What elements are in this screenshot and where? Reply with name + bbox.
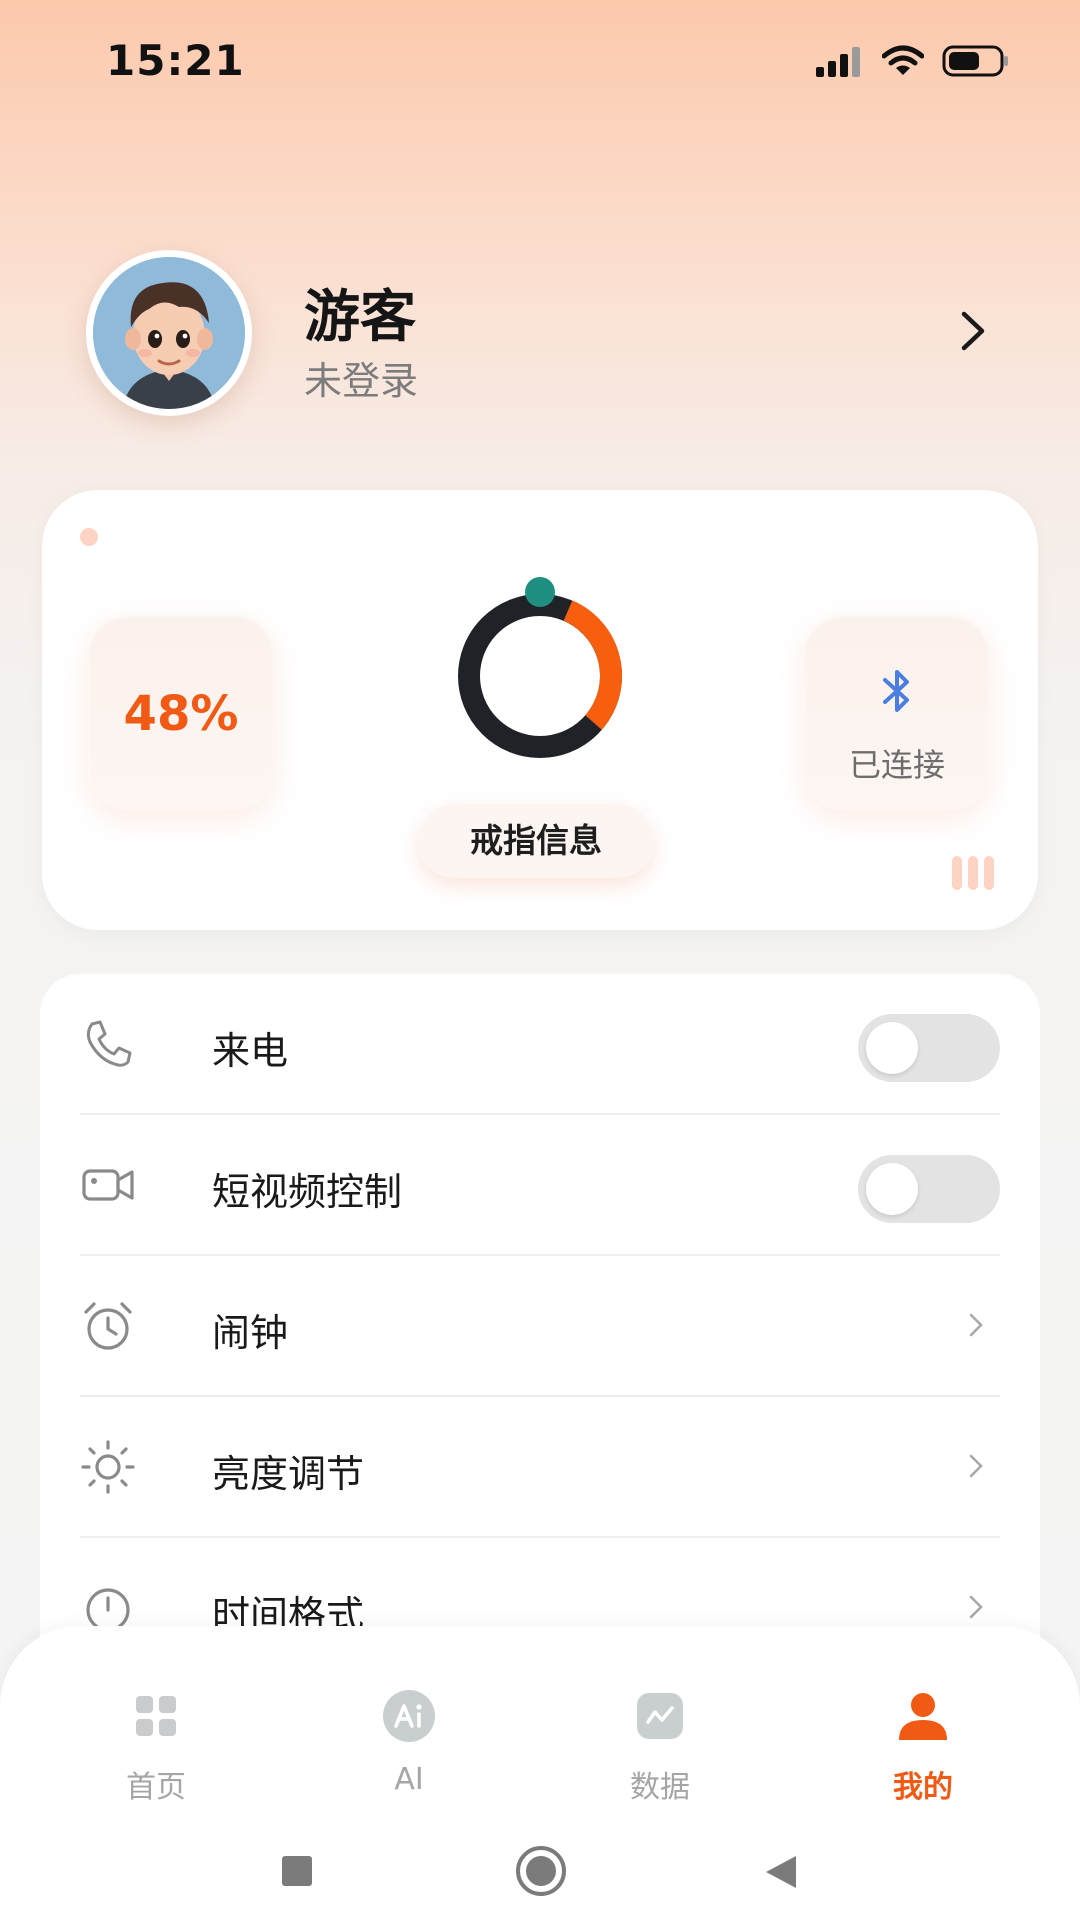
toggle-knob bbox=[866, 1163, 918, 1215]
row-label: 闹钟 bbox=[212, 1311, 289, 1355]
chevron-right-icon[interactable] bbox=[950, 308, 996, 354]
status-time: 15:21 bbox=[106, 36, 245, 85]
nav-tab-home[interactable]: 首页 bbox=[76, 1688, 236, 1818]
system-navigation-bar bbox=[0, 1846, 1080, 1914]
bluetooth-tile: 已连接 bbox=[804, 614, 990, 810]
battery-percentage: 48% bbox=[123, 686, 239, 742]
chevron-right-icon bbox=[969, 1313, 983, 1337]
nav-label: AI bbox=[394, 1762, 424, 1797]
login-status: 未登录 bbox=[304, 359, 419, 403]
brightness-icon bbox=[81, 1440, 135, 1494]
status-bar: 15:21 bbox=[0, 0, 1080, 130]
bluetooth-icon bbox=[883, 670, 909, 712]
avatar-illustration bbox=[93, 257, 245, 409]
phone-icon bbox=[86, 1020, 132, 1067]
signal-icon bbox=[816, 47, 860, 77]
bluetooth-status: 已连接 bbox=[848, 746, 945, 784]
short-video-toggle[interactable] bbox=[858, 1155, 1000, 1223]
home-grid-icon bbox=[136, 1696, 176, 1736]
nav-tab-mine[interactable]: 我的 bbox=[843, 1688, 1003, 1818]
setting-row-short-video[interactable]: 短视频控制 bbox=[80, 1115, 1000, 1256]
setting-row-incoming-call[interactable]: 来电 bbox=[80, 974, 1000, 1115]
profile-name: 游客 bbox=[304, 285, 416, 350]
row-label: 短视频控制 bbox=[212, 1170, 403, 1214]
data-chart-icon bbox=[637, 1693, 683, 1739]
ai-icon bbox=[383, 1690, 435, 1742]
home-button-icon[interactable] bbox=[514, 1844, 568, 1898]
setting-row-alarm[interactable]: 闹钟 bbox=[80, 1256, 1000, 1397]
battery-tile: 48% bbox=[88, 614, 274, 810]
row-label: 来电 bbox=[212, 1029, 289, 1073]
nav-label: 我的 bbox=[893, 1770, 953, 1805]
back-button-icon[interactable] bbox=[762, 1854, 798, 1890]
alarm-icon bbox=[84, 1302, 132, 1350]
video-icon bbox=[82, 1169, 134, 1201]
profile-icon bbox=[899, 1693, 947, 1740]
battery-status-icon bbox=[942, 45, 1008, 77]
incoming-call-toggle[interactable] bbox=[858, 1014, 1000, 1082]
nav-label: 首页 bbox=[126, 1770, 186, 1805]
settings-list: 来电 短视频控制 闹钟 亮度调节 时间格式 bbox=[40, 974, 1040, 1694]
setting-row-brightness[interactable]: 亮度调节 bbox=[80, 1397, 1000, 1538]
ring-icon bbox=[458, 577, 623, 758]
nav-label: 数据 bbox=[630, 1770, 690, 1805]
wifi-icon bbox=[882, 45, 924, 75]
nav-tab-ai[interactable]: AI bbox=[329, 1688, 489, 1818]
profile-header[interactable]: 游客 未登录 bbox=[86, 250, 996, 420]
chevron-right-icon bbox=[969, 1454, 983, 1478]
row-label: 亮度调节 bbox=[212, 1452, 365, 1496]
recents-button-icon[interactable] bbox=[280, 1854, 314, 1888]
avatar[interactable] bbox=[86, 250, 252, 416]
chevron-right-icon bbox=[969, 1595, 983, 1619]
bottom-nav: 首页 AI 数据 我的 bbox=[0, 1626, 1080, 1920]
status-icons bbox=[816, 44, 1010, 78]
ring-status-card: 48% 已连接 戒指信息 bbox=[42, 490, 1038, 930]
nav-tab-data[interactable]: 数据 bbox=[580, 1688, 740, 1818]
menu-bars-icon bbox=[952, 856, 994, 890]
toggle-knob bbox=[866, 1022, 918, 1074]
ring-info-button[interactable]: 戒指信息 bbox=[418, 804, 654, 878]
card-indicator-dot bbox=[80, 528, 98, 546]
